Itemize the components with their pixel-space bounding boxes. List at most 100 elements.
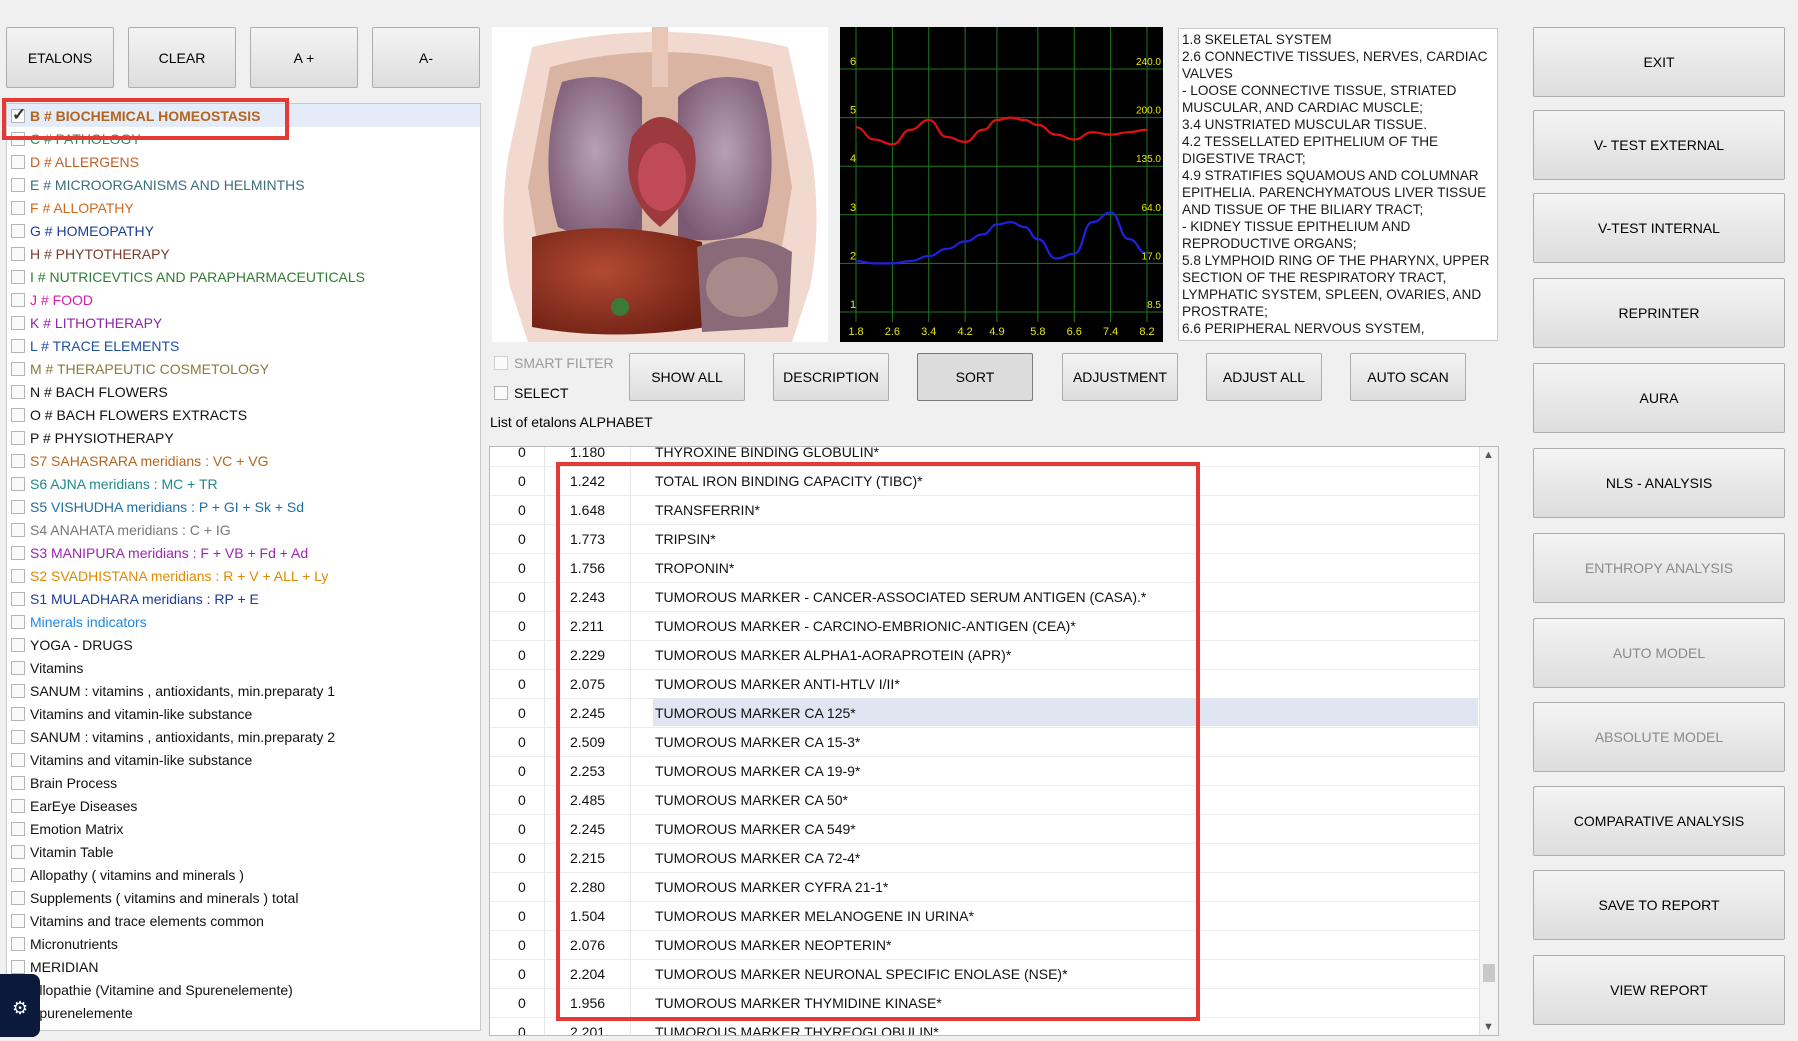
- category-item[interactable]: N # BACH FLOWERS: [7, 380, 480, 403]
- category-item[interactable]: Vitamins and trace elements common: [7, 909, 480, 932]
- category-checkbox[interactable]: [11, 315, 25, 330]
- select-checkbox[interactable]: [494, 386, 508, 400]
- category-item[interactable]: S1 MULADHARA meridians : RP + E: [7, 587, 480, 610]
- absolute-model-button[interactable]: ABSOLUTE MODEL: [1533, 702, 1785, 772]
- table-row[interactable]: 0 1.773 TRIPSIN*: [490, 524, 1480, 554]
- enthropy-analysis-button[interactable]: ENTHROPY ANALYSIS: [1533, 533, 1785, 603]
- category-item[interactable]: K # LITHOTHERAPY: [7, 311, 480, 334]
- category-item[interactable]: SANUM : vitamins , antioxidants, min.pre…: [7, 725, 480, 748]
- category-checkbox[interactable]: [11, 154, 25, 169]
- category-checkbox[interactable]: [11, 821, 25, 836]
- category-item[interactable]: Vitamins and vitamin-like substance: [7, 748, 480, 771]
- smart-filter-checkbox[interactable]: [494, 356, 508, 370]
- table-row[interactable]: 0 2.215 TUMOROUS MARKER CA 72-4*: [490, 843, 1480, 873]
- category-checkbox[interactable]: [11, 223, 25, 238]
- category-checkbox[interactable]: [11, 591, 25, 606]
- category-checkbox[interactable]: [11, 361, 25, 376]
- category-item[interactable]: EarEye Diseases: [7, 794, 480, 817]
- table-row[interactable]: 0 1.242 TOTAL IRON BINDING CAPACITY (TIBC)…: [490, 466, 1480, 496]
- category-checkbox[interactable]: [11, 407, 25, 422]
- category-item[interactable]: M # THERAPEUTIC COSMETOLOGY: [7, 357, 480, 380]
- font-decrease-button[interactable]: A-: [372, 27, 480, 88]
- adjust-all-button[interactable]: ADJUST ALL: [1206, 353, 1322, 401]
- auto-model-button[interactable]: AUTO MODEL: [1533, 618, 1785, 688]
- category-checkbox[interactable]: [11, 269, 25, 284]
- adjustment-button[interactable]: ADJUSTMENT: [1062, 353, 1178, 401]
- category-item[interactable]: Emotion Matrix: [7, 817, 480, 840]
- category-checkbox[interactable]: [11, 729, 25, 744]
- category-checkbox[interactable]: [11, 844, 25, 859]
- font-increase-button[interactable]: A +: [250, 27, 358, 88]
- category-list[interactable]: B # BIOCHEMICAL HOMEOSTASIS C # PATHOLOGY…: [6, 103, 481, 1031]
- description-button[interactable]: DESCRIPTION: [773, 353, 889, 401]
- table-row[interactable]: 0 2.243 TUMOROUS MARKER - CANCER-ASSOCIATE…: [490, 582, 1480, 612]
- v-test-external-button[interactable]: V- TEST EXTERNAL: [1533, 110, 1785, 180]
- category-item[interactable]: O # BACH FLOWERS EXTRACTS: [7, 403, 480, 426]
- table-row[interactable]: 0 1.956 TUMOROUS MARKER THYMIDINE KINASE*: [490, 988, 1480, 1018]
- table-row[interactable]: 0 1.648 TRANSFERRIN*: [490, 495, 1480, 525]
- comparative-analysis-button[interactable]: COMPARATIVE ANALYSIS: [1533, 786, 1785, 856]
- category-item[interactable]: Vitamins and vitamin-like substance: [7, 702, 480, 725]
- category-checkbox[interactable]: [11, 522, 25, 537]
- category-item[interactable]: B # BIOCHEMICAL HOMEOSTASIS: [7, 104, 480, 127]
- category-checkbox[interactable]: [11, 545, 25, 560]
- category-checkbox[interactable]: [11, 706, 25, 721]
- category-item[interactable]: Supplements ( vitamins and minerals ) to…: [7, 886, 480, 909]
- category-item[interactable]: S2 SVADHISTANA meridians : R + V + ALL +…: [7, 564, 480, 587]
- category-checkbox[interactable]: [11, 913, 25, 928]
- category-item[interactable]: Allopathy ( vitamins and minerals ): [7, 863, 480, 886]
- table-row[interactable]: 0 2.201 TUMOROUS MARKER THYREOGLOBULIN*: [490, 1017, 1480, 1035]
- smart-filter-option[interactable]: SMART FILTER: [494, 355, 614, 371]
- sort-button[interactable]: SORT: [917, 353, 1033, 401]
- category-checkbox[interactable]: [11, 246, 25, 261]
- category-item[interactable]: Brain Process: [7, 771, 480, 794]
- category-item[interactable]: S5 VISHUDHA meridians : P + GI + Sk + Sd: [7, 495, 480, 518]
- table-row[interactable]: 0 2.509 TUMOROUS MARKER CA 15-3*: [490, 727, 1480, 757]
- category-checkbox[interactable]: [11, 775, 25, 790]
- table-row[interactable]: 0 2.245 TUMOROUS MARKER CA 125*: [490, 698, 1480, 728]
- table-row[interactable]: 0 2.280 TUMOROUS MARKER CYFRA 21-1*: [490, 872, 1480, 902]
- category-item[interactable]: S6 AJNA meridians : MC + TR: [7, 472, 480, 495]
- category-checkbox[interactable]: [11, 177, 25, 192]
- category-item[interactable]: I # NUTRICEVTICS AND PARAPHARMACEUTICALS: [7, 265, 480, 288]
- save-to-report-button[interactable]: SAVE TO REPORT: [1533, 870, 1785, 940]
- category-checkbox[interactable]: [11, 614, 25, 629]
- reprinter-button[interactable]: REPRINTER: [1533, 278, 1785, 348]
- scroll-up-arrow[interactable]: ▲: [1483, 449, 1494, 461]
- category-item[interactable]: S7 SAHASRARA meridians : VC + VG: [7, 449, 480, 472]
- category-checkbox[interactable]: [11, 867, 25, 882]
- category-item[interactable]: F # ALLOPATHY: [7, 196, 480, 219]
- category-item[interactable]: H # PHYTOTHERAPY: [7, 242, 480, 265]
- table-row[interactable]: 0 1.756 TROPONIN*: [490, 553, 1480, 583]
- table-row[interactable]: 0 2.211 TUMOROUS MARKER - CARCINO-EMBRIONI…: [490, 611, 1480, 641]
- table-row[interactable]: 0 2.229 TUMOROUS MARKER ALPHA1-AORAPROTEIN…: [490, 640, 1480, 670]
- auto-scan-button[interactable]: AUTO SCAN: [1350, 353, 1466, 401]
- category-item[interactable]: Allopathie (Vitamine and Spurenelemente): [7, 978, 480, 1001]
- category-item[interactable]: G # HOMEOPATHY: [7, 219, 480, 242]
- category-checkbox[interactable]: [11, 105, 26, 125]
- category-checkbox[interactable]: [11, 752, 25, 767]
- table-row[interactable]: 0 2.253 TUMOROUS MARKER CA 19-9*: [490, 756, 1480, 786]
- category-item[interactable]: Micronutrients: [7, 932, 480, 955]
- clear-button[interactable]: CLEAR: [128, 27, 236, 88]
- table-row[interactable]: 0 2.485 TUMOROUS MARKER CA 50*: [490, 785, 1480, 815]
- table-row[interactable]: 0 1.504 TUMOROUS MARKER MELANOGENE IN URIN…: [490, 901, 1480, 931]
- table-row[interactable]: 0 2.204 TUMOROUS MARKER NEURONAL SPECIFIC …: [490, 959, 1480, 989]
- category-item[interactable]: YOGA - DRUGS: [7, 633, 480, 656]
- category-checkbox[interactable]: [11, 637, 25, 652]
- category-checkbox[interactable]: [11, 430, 25, 445]
- category-item[interactable]: MERIDIAN: [7, 955, 480, 978]
- category-item[interactable]: Vitamin Table: [7, 840, 480, 863]
- table-scrollbar[interactable]: ▲ ▼: [1479, 447, 1498, 1035]
- category-item[interactable]: L # TRACE ELEMENTS: [7, 334, 480, 357]
- category-item[interactable]: P # PHYSIOTHERAPY: [7, 426, 480, 449]
- show-all-button[interactable]: SHOW ALL: [629, 353, 745, 401]
- category-item[interactable]: J # FOOD: [7, 288, 480, 311]
- category-checkbox[interactable]: [11, 453, 25, 468]
- gear-icon[interactable]: ⚙: [12, 998, 28, 1019]
- v-test-internal-button[interactable]: V-TEST INTERNAL: [1533, 193, 1785, 263]
- category-checkbox[interactable]: [11, 338, 25, 353]
- etalons-table[interactable]: 0 1.180 THYROXINE BINDING GLOBULIN* 0 1.242 T…: [489, 446, 1499, 1036]
- category-checkbox[interactable]: [11, 936, 25, 951]
- category-checkbox[interactable]: [11, 131, 25, 146]
